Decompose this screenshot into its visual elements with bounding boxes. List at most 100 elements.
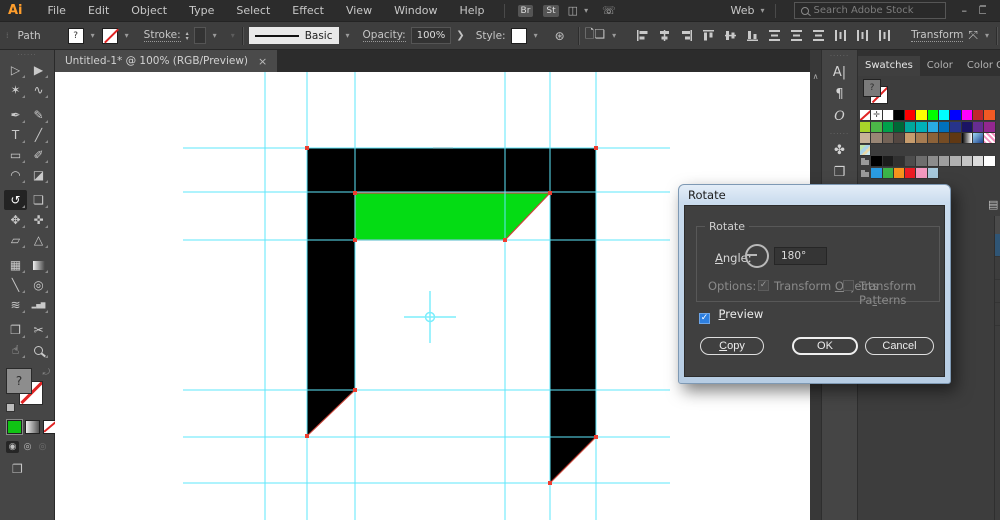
document-tab[interactable]: Untitled-1* @ 100% (RGB/Preview) × <box>55 50 278 72</box>
distribute-center-icon[interactable] <box>789 28 804 43</box>
symbols-panel-icon[interactable]: ❒ <box>822 162 857 184</box>
swatch[interactable] <box>882 110 894 121</box>
drag-handle[interactable]: ⁞ <box>6 32 9 40</box>
swatch[interactable] <box>939 121 951 133</box>
distribute-right-icon[interactable] <box>877 28 892 43</box>
swatch[interactable] <box>927 167 940 179</box>
libraries-icon[interactable]: ▤ <box>988 198 998 216</box>
style-swatch[interactable] <box>510 27 527 44</box>
stroke-swatch[interactable] <box>101 27 118 44</box>
swatch-none[interactable] <box>860 110 872 121</box>
drag-handle[interactable]: ······ <box>822 50 857 62</box>
menu-effect[interactable]: Effect <box>281 4 335 17</box>
gradient-button[interactable] <box>25 420 40 434</box>
align-bottom-icon[interactable] <box>745 28 760 43</box>
puppet-warp-tool-icon[interactable]: ✜ <box>27 210 50 230</box>
fill-swatch[interactable]: ? <box>67 27 84 44</box>
swatch[interactable] <box>927 133 940 144</box>
distribute-bottom-icon[interactable] <box>811 28 826 43</box>
swatch[interactable] <box>972 121 985 133</box>
paintbrush-tool-icon[interactable]: ✐ <box>27 145 50 165</box>
swatch[interactable] <box>961 156 973 167</box>
brushes-panel-icon[interactable]: ✤ <box>822 140 857 162</box>
symbol-sprayer-tool-icon[interactable]: ≋ <box>4 295 27 315</box>
layer-row[interactable]: <Path> <box>995 257 1000 280</box>
swatch[interactable] <box>893 156 906 167</box>
default-fill-stroke-icon[interactable] <box>6 403 15 412</box>
swatch[interactable] <box>905 121 917 133</box>
direct-selection-tool-icon[interactable]: ▶ <box>27 60 50 80</box>
swatch[interactable] <box>871 167 883 179</box>
hand-tool-icon[interactable]: ☝ <box>4 340 27 360</box>
swatch-folder-icon[interactable] <box>860 168 871 179</box>
stroke-weight-select[interactable] <box>193 27 206 44</box>
chevron-down-icon[interactable]: ▾ <box>760 6 764 15</box>
rotate-tool-icon[interactable]: ↺ <box>4 190 27 210</box>
opacity-value[interactable]: 100% <box>410 27 452 44</box>
preview-option[interactable]: ✓ Preview <box>699 307 763 324</box>
swatch[interactable] <box>916 133 928 144</box>
selection-tool-icon[interactable]: ▷ <box>4 60 27 80</box>
swatch[interactable] <box>939 156 951 167</box>
line-segment-tool-icon[interactable]: ╱ <box>27 125 50 145</box>
transform-label[interactable]: Transform <box>911 29 964 42</box>
character-panel-icon[interactable]: A| <box>822 62 857 84</box>
tab-color-g[interactable]: Color G <box>960 56 1000 76</box>
chevron-down-icon[interactable]: ▾ <box>534 31 538 40</box>
perspective-grid-tool-icon[interactable]: △ <box>27 230 50 250</box>
stock-button[interactable]: St <box>543 4 559 17</box>
gradient-tool-icon[interactable] <box>27 255 50 275</box>
curvature-tool-icon[interactable]: ✎ <box>27 105 50 125</box>
workspace-select[interactable]: Web <box>731 4 755 17</box>
shaper-tool-icon[interactable]: ◠ <box>4 165 27 185</box>
fill-proxy[interactable]: ? <box>863 79 881 97</box>
swatch[interactable] <box>893 133 906 144</box>
bridge-button[interactable]: Br <box>517 4 534 17</box>
swatch[interactable] <box>984 121 996 133</box>
align-middle-icon[interactable] <box>723 28 738 43</box>
paragraph-panel-icon[interactable]: ¶ <box>822 84 857 106</box>
pen-tool-icon[interactable]: ✒ <box>4 105 27 125</box>
swap-fill-stroke-icon[interactable]: ⤾ <box>43 368 51 378</box>
swatch-gradient[interactable] <box>961 133 973 144</box>
minimize-button[interactable]: – <box>962 4 968 17</box>
swatch[interactable] <box>927 110 940 121</box>
menu-object[interactable]: Object <box>120 4 178 17</box>
column-graph-tool-icon[interactable]: ▂▅▇ <box>27 295 50 315</box>
blend-tool-icon[interactable]: ◎ <box>27 275 50 295</box>
swatch-pattern[interactable] <box>860 144 872 156</box>
swatch[interactable] <box>916 156 928 167</box>
scale-tool-icon[interactable]: ❏ <box>27 190 50 210</box>
layer-row[interactable]: <Path> <box>995 280 1000 303</box>
swatch[interactable] <box>984 156 996 167</box>
swatch[interactable] <box>950 156 962 167</box>
maximize-button[interactable]: ❒ <box>979 4 986 17</box>
rectangle-tool-icon[interactable]: ▭ <box>4 145 27 165</box>
layer-row[interactable]: 2 <box>995 234 1000 257</box>
swatch[interactable] <box>893 110 906 121</box>
stroke-label[interactable]: Stroke: <box>143 29 181 42</box>
transform-icon[interactable]: ⤧ <box>968 28 978 43</box>
swatch[interactable] <box>893 121 906 133</box>
angle-input[interactable]: 180° <box>774 247 827 265</box>
menu-select[interactable]: Select <box>225 4 281 17</box>
tab-properties[interactable]: Properties <box>995 216 1000 234</box>
menu-type[interactable]: Type <box>178 4 225 17</box>
layer-row[interactable]: 1 <box>995 303 1000 326</box>
align-top-icon[interactable] <box>701 28 716 43</box>
draw-normal-icon[interactable]: ◉ <box>6 441 19 453</box>
menu-help[interactable]: Help <box>448 4 495 17</box>
mesh-tool-icon[interactable]: ▦ <box>4 255 27 275</box>
stroke-weight-stepper[interactable]: ▴ ▾ <box>186 30 189 41</box>
arrange-documents-icon[interactable]: ◫ <box>568 4 578 17</box>
chevron-down-icon[interactable]: ▾ <box>985 31 989 40</box>
chevron-down-icon[interactable]: ▾ <box>213 31 217 40</box>
swatch[interactable] <box>882 121 894 133</box>
chevron-down-icon[interactable]: ▾ <box>612 31 616 40</box>
swatch[interactable] <box>871 121 883 133</box>
type-tool-icon[interactable]: T <box>4 125 27 145</box>
distribute-hcenter-icon[interactable] <box>855 28 870 43</box>
swatch[interactable] <box>860 133 872 144</box>
fill-indicator[interactable]: ? <box>6 368 32 394</box>
brush-definition-select[interactable]: Basic <box>248 27 339 44</box>
